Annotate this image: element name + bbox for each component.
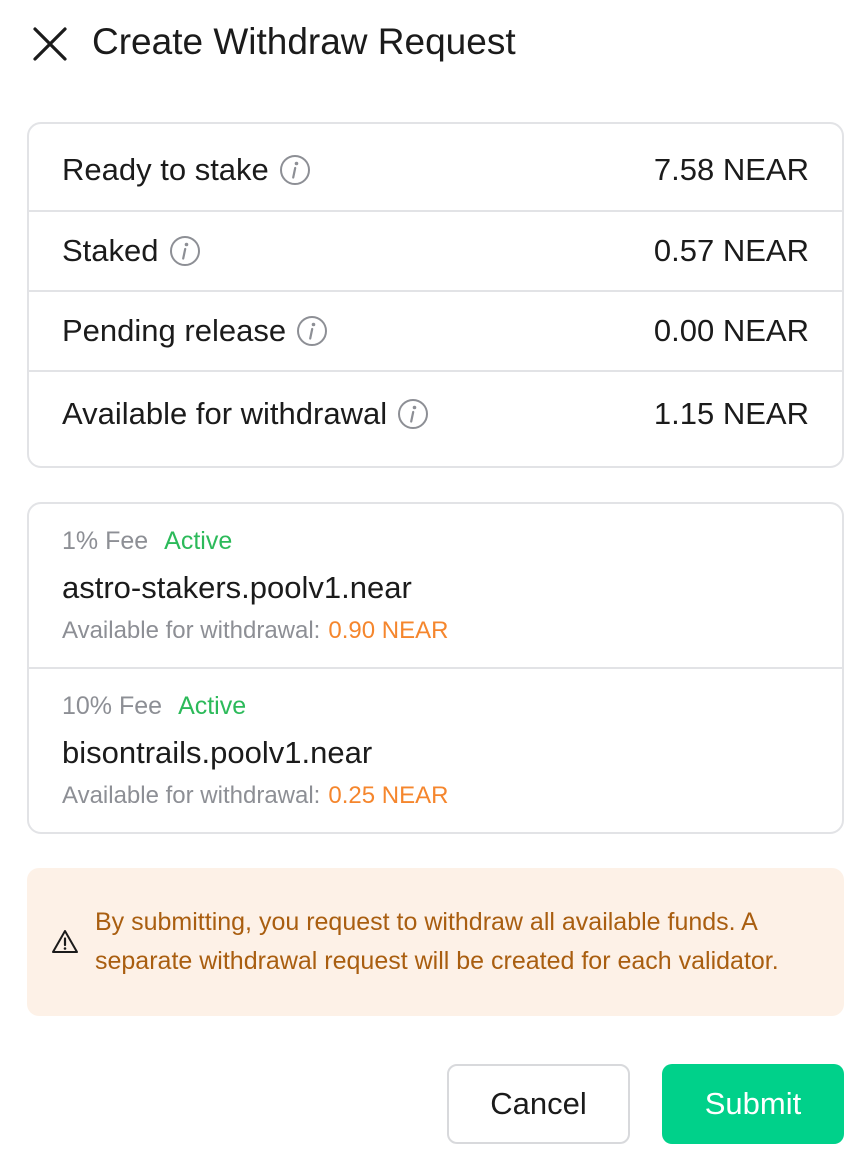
validator-available-label: Available for withdrawal: <box>62 782 321 809</box>
validator-available: Available for withdrawal: 0.90 NEAR <box>62 614 809 648</box>
balance-summary-card: Ready to stake 7.58 NEAR Staked 0.57 NEA… <box>27 122 844 468</box>
summary-row-ready-to-stake: Ready to stake 7.58 NEAR <box>29 124 842 212</box>
summary-value: 0.57 NEAR <box>653 233 809 268</box>
summary-label: Ready to stake <box>62 152 269 187</box>
validator-available: Available for withdrawal: 0.25 NEAR <box>62 779 809 813</box>
summary-value: 1.15 NEAR <box>653 396 809 431</box>
info-icon[interactable] <box>296 315 328 347</box>
validator-available-label: Available for withdrawal: <box>62 617 321 644</box>
validator-meta: 1% Fee Active <box>62 524 809 558</box>
submit-button[interactable]: Submit <box>662 1064 844 1144</box>
info-icon[interactable] <box>169 235 201 267</box>
validator-available-amount: 0.25 NEAR <box>328 782 449 809</box>
summary-label: Pending release <box>62 313 287 348</box>
warning-text: By submitting, you request to withdraw a… <box>95 908 779 975</box>
summary-label-wrap: Pending release <box>62 313 328 349</box>
validator-fee: 10% Fee <box>62 692 163 720</box>
validator-item: 1% Fee Active astro-stakers.poolv1.near … <box>29 504 842 669</box>
summary-label-wrap: Ready to stake <box>62 152 311 188</box>
summary-row-pending-release: Pending release 0.00 NEAR <box>29 292 842 372</box>
close-button[interactable] <box>30 24 70 64</box>
warning-icon <box>52 930 78 953</box>
cancel-button[interactable]: Cancel <box>447 1064 630 1144</box>
status-badge: Active <box>178 692 247 720</box>
page-title: Create Withdraw Request <box>92 21 516 62</box>
modal-header: Create Withdraw Request <box>0 0 866 86</box>
validator-name: bisontrails.poolv1.near <box>62 735 373 770</box>
warning-banner: By submitting, you request to withdraw a… <box>27 868 844 1016</box>
validator-meta: 10% Fee Active <box>62 689 809 723</box>
validator-name: astro-stakers.poolv1.near <box>62 570 412 605</box>
summary-row-staked: Staked 0.57 NEAR <box>29 212 842 292</box>
summary-label-wrap: Available for withdrawal <box>62 396 429 432</box>
withdraw-request-modal: Create Withdraw Request Ready to stake 7… <box>0 0 866 1168</box>
summary-value: 0.00 NEAR <box>653 313 809 348</box>
close-icon <box>33 27 67 61</box>
info-icon[interactable] <box>397 398 429 430</box>
validator-fee: 1% Fee <box>62 527 149 555</box>
summary-label: Staked <box>62 233 159 268</box>
validators-list: 1% Fee Active astro-stakers.poolv1.near … <box>27 502 844 834</box>
validator-item: 10% Fee Active bisontrails.poolv1.near A… <box>29 669 842 832</box>
summary-label-wrap: Staked <box>62 233 201 269</box>
summary-value: 7.58 NEAR <box>653 152 809 187</box>
info-icon[interactable] <box>279 154 311 186</box>
summary-row-available-for-withdrawal: Available for withdrawal 1.15 NEAR <box>29 372 842 466</box>
validator-available-amount: 0.90 NEAR <box>328 617 449 644</box>
summary-label: Available for withdrawal <box>62 396 388 431</box>
status-badge: Active <box>164 527 233 555</box>
